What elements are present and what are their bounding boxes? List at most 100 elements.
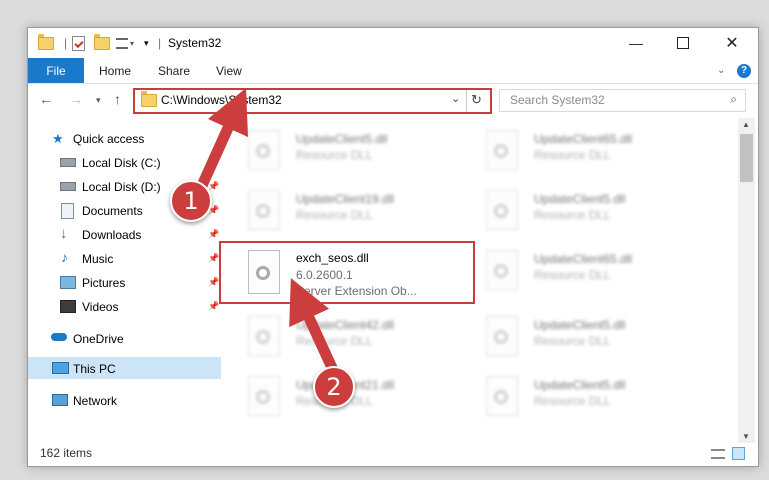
help-icon[interactable]: ? [737, 58, 751, 83]
file-description: Resource DLL [296, 334, 373, 348]
navigation-bar: ← → ▾ ↑ C:\Windows\System32 ⌄ ↻ Search S… [28, 84, 758, 116]
sidebar-item-local-disk-c[interactable]: Local Disk (C:) [28, 151, 221, 173]
sidebar-item-onedrive[interactable]: OneDrive [28, 327, 221, 349]
pin-icon[interactable]: 📌 [208, 229, 219, 240]
item-count: 162 items [40, 446, 93, 460]
customize-toolbar-icon[interactable]: ▾ [144, 35, 149, 51]
file-description: Resource DLL [296, 148, 373, 162]
file-item[interactable]: UpdateClient65.dll Resource DLL [466, 244, 696, 298]
highlight-box-file [219, 241, 475, 304]
search-placeholder: Search System32 [510, 93, 605, 107]
window-title: System32 [168, 36, 222, 50]
close-button[interactable]: ✕ [709, 28, 755, 58]
tab-view[interactable]: View [216, 58, 242, 83]
sidebar-item-label: Pictures [82, 276, 126, 290]
videos-icon [60, 300, 76, 313]
sidebar-item-label: Local Disk (D:) [82, 180, 161, 194]
minimize-button[interactable]: — [613, 28, 659, 58]
step-badge-2: 2 [313, 366, 355, 408]
minimize-icon: — [629, 35, 643, 51]
forward-arrow-icon[interactable]: → [69, 91, 83, 107]
back-arrow-icon[interactable]: ← [39, 91, 53, 107]
file-description: Resource DLL [534, 394, 611, 408]
sidebar-item-quick-access[interactable]: ★ Quick access [28, 127, 221, 149]
search-icon: ⌕ [730, 92, 737, 106]
pin-icon[interactable]: 📌 [208, 277, 219, 288]
file-item[interactable]: UpdateClient5.dll Resource DLL [466, 310, 696, 364]
file-name: UpdateClient5.dll [534, 192, 626, 206]
file-description: Resource DLL [534, 208, 611, 222]
folder-icon [38, 33, 54, 51]
pin-icon[interactable]: 📌 [208, 181, 219, 192]
pin-icon[interactable]: 📌 [208, 301, 219, 312]
tab-share[interactable]: Share [158, 58, 190, 83]
file-description: Resource DLL [296, 208, 373, 222]
network-icon [52, 394, 68, 406]
file-item[interactable]: UpdateClient19.dll Resource DLL [228, 184, 458, 238]
file-description: Resource DLL [534, 334, 611, 348]
chevron-down-icon[interactable]: ⌄ [451, 92, 460, 105]
recent-locations-icon[interactable]: ▾ [96, 95, 101, 106]
file-name: UpdateClient65.dll [534, 132, 633, 146]
download-icon: ↓ [60, 225, 68, 242]
sidebar-item-pictures[interactable]: Pictures 📌 [28, 271, 221, 293]
large-icons-view-icon[interactable] [732, 447, 745, 460]
address-bar[interactable]: C:\Windows\System32 ⌄ ↻ [133, 88, 492, 114]
sidebar-item-label: OneDrive [73, 332, 124, 346]
scroll-up-icon[interactable]: ▲ [742, 120, 750, 129]
sidebar-item-music[interactable]: ♪ Music 📌 [28, 247, 221, 269]
drive-icon [60, 182, 76, 191]
folder-icon [141, 91, 157, 107]
gear-icon [256, 204, 270, 218]
sidebar-item-videos[interactable]: Videos 📌 [28, 295, 221, 317]
refresh-icon[interactable]: ↻ [471, 92, 482, 108]
sidebar-item-network[interactable]: Network [28, 389, 221, 411]
new-folder-icon[interactable] [94, 33, 110, 51]
sidebar-item-label: Quick access [73, 132, 145, 146]
separator: | [158, 36, 162, 50]
sidebar-item-label: Documents [82, 204, 143, 218]
gear-icon [494, 144, 508, 158]
up-arrow-icon[interactable]: ↑ [114, 91, 121, 107]
file-item[interactable]: UpdateClient42.dll Resource DLL [228, 310, 458, 364]
drive-icon [60, 158, 76, 167]
file-name: UpdateClient5.dll [534, 318, 626, 332]
gear-icon [494, 330, 508, 344]
pin-icon[interactable]: 📌 [208, 253, 219, 264]
scrollbar-thumb[interactable] [740, 134, 753, 182]
sidebar-item-label: Videos [82, 300, 119, 314]
title-bar: | ▾ ▾ | System32 — ✕ [28, 28, 758, 58]
gear-icon [494, 204, 508, 218]
tab-home[interactable]: Home [99, 58, 131, 83]
address-text: C:\Windows\System32 [161, 93, 282, 107]
view-options-icon[interactable]: ▾ [116, 35, 134, 51]
file-name: UpdateClient5.dll [534, 378, 626, 392]
separator: | [64, 36, 68, 50]
scroll-down-icon[interactable]: ▼ [742, 432, 750, 441]
properties-icon[interactable] [72, 35, 85, 51]
ribbon: File Home Share View ⌄ ? [28, 58, 758, 84]
sidebar-item-label: Local Disk (C:) [82, 156, 161, 170]
file-item[interactable]: UpdateClient5.dll Resource DLL [228, 124, 458, 178]
documents-icon [61, 203, 74, 219]
gear-icon [256, 390, 270, 404]
expand-ribbon-icon[interactable]: ⌄ [717, 58, 725, 83]
sidebar-item-downloads[interactable]: ↓ Downloads 📌 [28, 223, 221, 245]
pictures-icon [60, 276, 76, 289]
computer-icon [52, 362, 69, 374]
search-input[interactable]: Search System32 ⌕ [499, 89, 746, 112]
file-name: UpdateClient65.dll [534, 252, 633, 266]
tab-file[interactable]: File [28, 58, 84, 83]
gear-icon [494, 390, 508, 404]
maximize-button[interactable] [660, 28, 706, 58]
file-item[interactable]: UpdateClient5.dll Resource DLL [466, 370, 696, 424]
details-view-icon[interactable] [711, 449, 725, 459]
file-name: UpdateClient5.dll [296, 132, 388, 146]
file-description: Resource DLL [534, 268, 611, 282]
file-item[interactable]: UpdateClient5.dll Resource DLL [466, 184, 696, 238]
sidebar-item-this-pc[interactable]: This PC [28, 357, 221, 379]
music-icon: ♪ [61, 249, 68, 265]
vertical-scrollbar[interactable]: ▲ ▼ [738, 118, 755, 443]
file-item[interactable]: UpdateClient65.dll Resource DLL [466, 124, 696, 178]
cloud-icon [51, 333, 67, 341]
